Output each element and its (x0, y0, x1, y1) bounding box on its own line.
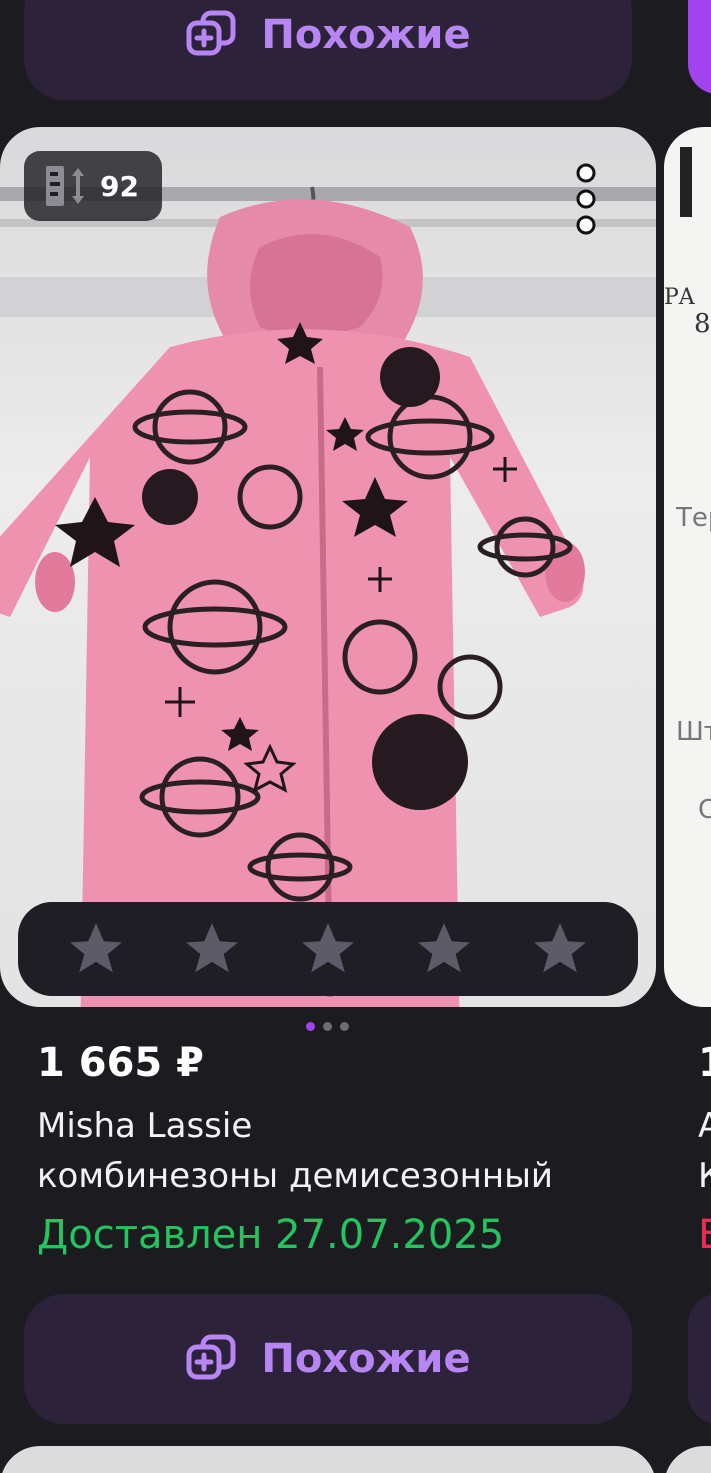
product-image[interactable]: 92 (0, 127, 656, 1007)
add-similar-icon (186, 10, 236, 56)
product-photo (0, 186, 656, 1007)
product-price: 1 665 ₽ (37, 1040, 205, 1086)
right-card-text: 8 (694, 309, 711, 339)
size-value: 92 (100, 169, 139, 203)
right-card-text: PA (664, 285, 697, 310)
right-card-text: Штр (676, 717, 711, 747)
pager-dot (340, 1022, 349, 1031)
product-feed: Похожие 92 PA 8 Те Ш С 1 665 ₽ Misha Las… (0, 0, 711, 1473)
size-badge: 92 (24, 151, 162, 221)
product-brand[interactable]: Misha Lassie (37, 1106, 252, 1146)
similar-button-label: Похожие (261, 1336, 471, 1382)
right-card-action-button[interactable] (688, 0, 711, 94)
right-card-text: С (698, 795, 711, 825)
add-similar-icon (186, 1334, 236, 1380)
next-product-image[interactable] (0, 1446, 656, 1473)
right-card-price: 1 (698, 1040, 711, 1086)
rating-bar[interactable] (18, 902, 638, 996)
right-card-status: E (698, 1212, 711, 1258)
next-product-image[interactable] (664, 1446, 711, 1473)
star-icon[interactable] (65, 918, 127, 980)
similar-button-label: Похожие (261, 12, 471, 58)
star-icon[interactable] (529, 918, 591, 980)
similar-button[interactable]: Похожие (24, 1294, 632, 1424)
right-card-brand: A (698, 1106, 711, 1146)
right-card-text: Тер (676, 503, 711, 533)
star-icon[interactable] (413, 918, 475, 980)
more-vertical-icon[interactable] (568, 163, 604, 235)
star-icon[interactable] (181, 918, 243, 980)
pager-dot (306, 1022, 315, 1031)
pager-dot (323, 1022, 332, 1031)
image-pager (306, 1022, 349, 1031)
right-card-title: К (698, 1156, 711, 1196)
similar-button[interactable]: Похожие (24, 0, 632, 100)
size-height-icon (46, 166, 84, 206)
product-title[interactable]: комбинезоны демисезонный (37, 1156, 553, 1196)
right-card-logo (680, 147, 692, 217)
right-card-similar-button[interactable] (688, 1294, 711, 1424)
star-icon[interactable] (297, 918, 359, 980)
delivery-status: Доставлен 27.07.2025 (37, 1212, 505, 1258)
right-product-image[interactable]: PA 8 Тер Штр С (664, 127, 711, 1007)
